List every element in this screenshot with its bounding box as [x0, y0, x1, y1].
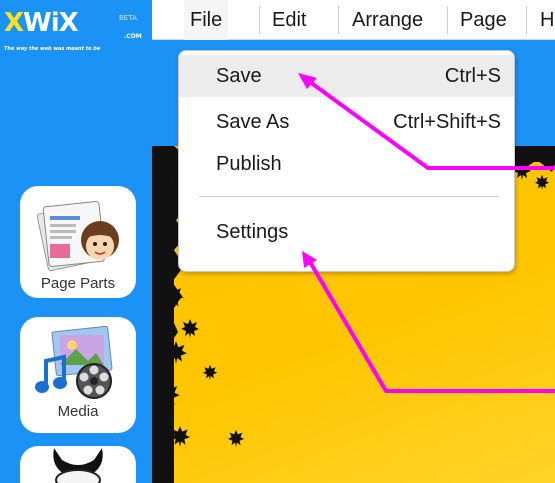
- wix-editor: XWiX BETA .COM The way the web was meant…: [0, 0, 555, 483]
- file-menu-save-as[interactable]: Save As Ctrl+Shift+S: [179, 101, 514, 143]
- page-parts-label: Page Parts: [40, 275, 116, 292]
- file-menu-settings[interactable]: Settings: [179, 211, 514, 253]
- file-menu-publish[interactable]: Publish: [179, 143, 514, 185]
- media-icon: [35, 325, 113, 399]
- logo-wordmark: XWiX: [4, 8, 79, 38]
- character-icon: [53, 448, 103, 483]
- logo-beta: BETA: [119, 14, 137, 22]
- logo-com: .COM: [124, 33, 142, 40]
- menu-separator: [447, 6, 448, 34]
- menu-separator: [338, 6, 339, 34]
- publish-label: Publish: [216, 153, 282, 175]
- menu-arrange[interactable]: Arrange: [346, 0, 429, 40]
- menu-page[interactable]: Page: [454, 0, 513, 40]
- left-panel: XWiX BETA .COM The way the web was meant…: [0, 0, 152, 483]
- character-button[interactable]: [20, 446, 136, 483]
- file-menu-save[interactable]: Save Ctrl+S: [179, 55, 514, 97]
- menu-separator: [259, 6, 260, 34]
- menu-separator: [526, 6, 527, 34]
- menu-help[interactable]: H: [534, 0, 555, 40]
- menu-file[interactable]: File: [184, 0, 229, 40]
- page-parts-button[interactable]: Page Parts: [20, 186, 136, 298]
- menu-divider: [199, 196, 499, 197]
- media-label: Media: [57, 403, 99, 420]
- page-parts-icon: [36, 201, 119, 272]
- save-shortcut: Ctrl+S: [444, 65, 501, 87]
- save-as-label: Save As: [216, 111, 290, 133]
- menu-bar: File Edit Arrange Page H: [152, 0, 555, 40]
- logo-tagline: The way the web was meant to be: [4, 46, 101, 52]
- settings-label: Settings: [216, 221, 289, 243]
- media-button[interactable]: Media: [20, 317, 136, 433]
- wix-logo: XWiX BETA .COM The way the web was meant…: [4, 8, 152, 68]
- file-menu-dropdown: Save Ctrl+S Save As Ctrl+Shift+S Publish…: [178, 50, 515, 272]
- save-label: Save: [216, 65, 262, 87]
- save-as-shortcut: Ctrl+Shift+S: [393, 111, 501, 133]
- menu-edit[interactable]: Edit: [266, 0, 312, 40]
